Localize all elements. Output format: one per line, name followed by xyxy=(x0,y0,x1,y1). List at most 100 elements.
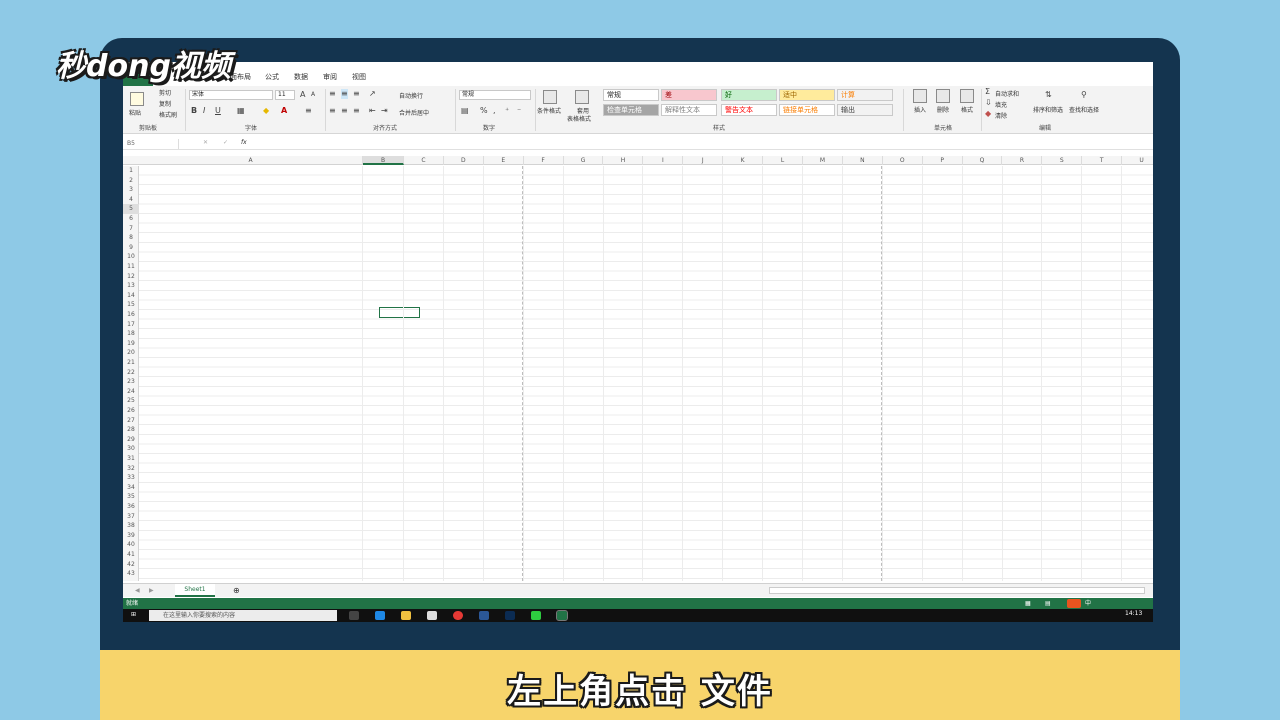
fill-button[interactable]: 填充 xyxy=(995,100,1007,109)
decrease-decimal-icon[interactable]: ⁻ xyxy=(517,106,521,116)
cell-style-item[interactable]: 解释性文本 xyxy=(661,104,717,116)
delete-cells-button[interactable]: 删除 xyxy=(937,105,949,114)
column-header[interactable]: N xyxy=(843,156,883,165)
number-format-select[interactable]: 常规 xyxy=(459,90,531,100)
excel-taskbar-icon[interactable] xyxy=(556,610,568,621)
row-header[interactable]: 30 xyxy=(123,444,139,454)
horizontal-scrollbar[interactable] xyxy=(769,587,1145,594)
row-header[interactable]: 8 xyxy=(123,233,139,243)
add-sheet-button[interactable]: ⊕ xyxy=(233,586,240,595)
row-header[interactable]: 22 xyxy=(123,368,139,378)
row-header[interactable]: 25 xyxy=(123,396,139,406)
conditional-format-icon[interactable] xyxy=(543,90,557,104)
row-header[interactable]: 29 xyxy=(123,435,139,445)
column-header[interactable]: R xyxy=(1003,156,1043,165)
row-header[interactable]: 31 xyxy=(123,454,139,464)
row-header[interactable]: 36 xyxy=(123,502,139,512)
align-center-icon[interactable]: ≡ xyxy=(341,106,348,116)
row-header[interactable]: 40 xyxy=(123,540,139,550)
column-header[interactable]: Q xyxy=(963,156,1003,165)
row-header[interactable]: 7 xyxy=(123,224,139,234)
tab-view[interactable]: 视图 xyxy=(352,72,366,82)
app-icon[interactable] xyxy=(479,611,489,620)
row-header[interactable]: 11 xyxy=(123,262,139,272)
row-header[interactable]: 38 xyxy=(123,521,139,531)
paste-icon[interactable] xyxy=(130,92,144,106)
page-layout-view-icon[interactable]: ▤ xyxy=(1045,598,1051,609)
normal-view-icon[interactable]: ▦ xyxy=(1025,598,1031,609)
file-explorer-icon[interactable] xyxy=(401,611,411,620)
row-header[interactable]: 1 xyxy=(123,166,139,176)
font-size-select[interactable]: 11 xyxy=(275,90,295,100)
row-header[interactable]: 9 xyxy=(123,243,139,253)
column-header[interactable]: H xyxy=(604,156,644,165)
recorder-icon[interactable] xyxy=(453,611,463,620)
prev-sheet-icon[interactable]: ◀ xyxy=(135,587,140,594)
cell-grid[interactable] xyxy=(139,166,1153,581)
autosum-button[interactable]: 自动求和 xyxy=(995,89,1019,98)
row-header[interactable]: 27 xyxy=(123,416,139,426)
paste-button[interactable]: 粘贴 xyxy=(129,108,141,117)
fill-color-icon[interactable]: ◆ xyxy=(263,106,269,116)
row-header[interactable]: 35 xyxy=(123,492,139,502)
align-left-icon[interactable]: ≡ xyxy=(329,106,336,116)
row-header[interactable]: 5 xyxy=(123,204,139,214)
row-header[interactable]: 17 xyxy=(123,320,139,330)
ime-mode[interactable]: 中 xyxy=(1085,598,1091,609)
bold-button[interactable]: B xyxy=(191,106,197,116)
row-header[interactable]: 6 xyxy=(123,214,139,224)
find-select-icon[interactable]: ⚲ xyxy=(1081,90,1087,100)
row-header[interactable]: 34 xyxy=(123,483,139,493)
cell-style-item[interactable]: 警告文本 xyxy=(721,104,777,116)
insert-function-button[interactable]: fx xyxy=(241,139,247,146)
enter-icon[interactable]: ✓ xyxy=(223,139,228,146)
find-select-button[interactable]: 查找和选择 xyxy=(1069,105,1099,114)
column-header[interactable]: E xyxy=(484,156,524,165)
row-header[interactable]: 20 xyxy=(123,348,139,358)
cell-style-item[interactable]: 计算 xyxy=(837,89,893,101)
row-header[interactable]: 37 xyxy=(123,512,139,522)
row-header[interactable]: 43 xyxy=(123,569,139,579)
font-name-select[interactable]: 宋体 xyxy=(189,90,273,100)
column-header[interactable]: K xyxy=(723,156,764,165)
cell-style-item[interactable]: 适中 xyxy=(779,89,835,101)
wrap-text-button[interactable]: 自动换行 xyxy=(399,91,423,100)
row-header[interactable]: 15 xyxy=(123,300,139,310)
edge-icon[interactable] xyxy=(375,611,385,620)
store-icon[interactable] xyxy=(427,611,437,620)
tab-data[interactable]: 数据 xyxy=(294,72,308,82)
column-header[interactable]: L xyxy=(763,156,803,165)
align-bottom-icon[interactable]: ≡ xyxy=(353,89,360,99)
copy-button[interactable]: 复制 xyxy=(159,99,171,108)
shrink-font-icon[interactable]: A xyxy=(311,90,315,100)
row-header[interactable]: 14 xyxy=(123,291,139,301)
cancel-icon[interactable]: ✕ xyxy=(203,139,208,146)
tab-review[interactable]: 审阅 xyxy=(323,72,337,82)
cut-button[interactable]: 剪切 xyxy=(159,88,171,97)
row-header[interactable]: 3 xyxy=(123,185,139,195)
column-header[interactable]: O xyxy=(883,156,923,165)
italic-button[interactable]: I xyxy=(203,106,205,116)
column-header[interactable]: B xyxy=(363,156,404,165)
cell-style-item[interactable]: 链接单元格 xyxy=(779,104,835,116)
delete-cells-icon[interactable] xyxy=(936,89,950,103)
accounting-icon[interactable]: ▤ xyxy=(461,106,469,116)
next-sheet-icon[interactable]: ▶ xyxy=(149,587,154,594)
indent-icon[interactable]: ⇤ xyxy=(369,106,376,116)
align-right-icon[interactable]: ≡ xyxy=(353,106,360,116)
cell-style-item[interactable]: 检查单元格 xyxy=(603,104,659,116)
sheet-tab-sheet1[interactable]: Sheet1 xyxy=(175,584,215,597)
increase-decimal-icon[interactable]: ⁺ xyxy=(505,106,509,116)
row-header[interactable]: 41 xyxy=(123,550,139,560)
sort-filter-icon[interactable]: ⇅ xyxy=(1045,90,1052,100)
border-icon[interactable]: ▦ xyxy=(237,106,245,116)
align-top-icon[interactable]: ≡ xyxy=(329,89,336,99)
row-header[interactable]: 24 xyxy=(123,387,139,397)
comma-button[interactable]: , xyxy=(493,106,496,116)
column-header[interactable]: J xyxy=(683,156,724,165)
align-middle-icon[interactable]: ≡ xyxy=(341,89,348,99)
column-header[interactable]: I xyxy=(643,156,684,165)
row-header[interactable]: 10 xyxy=(123,252,139,262)
column-header[interactable]: M xyxy=(803,156,843,165)
tab-formulas[interactable]: 公式 xyxy=(265,72,279,82)
